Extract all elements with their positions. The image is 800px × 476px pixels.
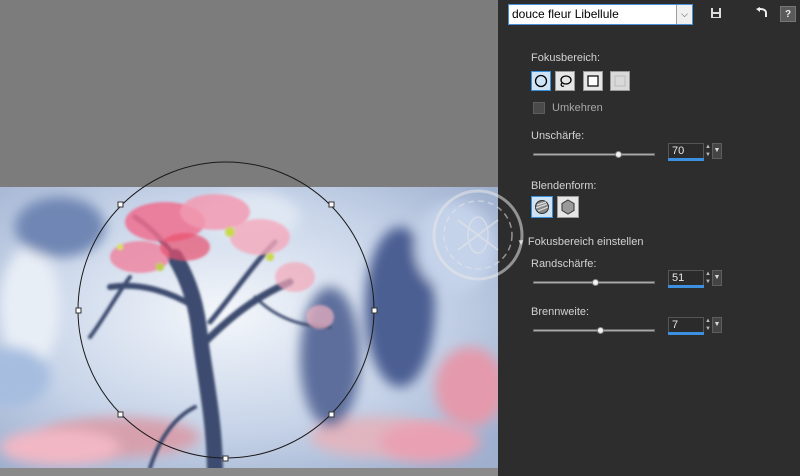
focus-area-label: Fokusbereich: <box>531 52 601 64</box>
focal-input[interactable]: 7 <box>668 317 704 333</box>
lasso-tool-button[interactable] <box>555 71 575 91</box>
invert-checkbox[interactable] <box>533 102 545 114</box>
aperture-shape-label: Blendenform: <box>531 180 597 192</box>
edge-value-box: 51 ▲ ▼ ▼ <box>668 270 722 288</box>
hexagon-aperture-button[interactable] <box>557 196 579 218</box>
spin-arrows-icon[interactable]: ▲ ▼ <box>705 143 711 159</box>
blur-level-bar <box>668 158 704 161</box>
rectangle-icon <box>587 75 599 87</box>
focal-level-bar <box>668 332 704 335</box>
blur-value-box: 70 ▲ ▼ ▼ <box>668 143 722 161</box>
triangle-down-icon: ▼ <box>517 238 525 247</box>
blur-input[interactable]: 70 <box>668 143 704 159</box>
circle-aperture-button[interactable] <box>531 196 553 218</box>
edge-sharpness-label: Randschärfe: <box>531 258 597 270</box>
invert-label: Umkehren <box>552 102 603 114</box>
spin-arrows-icon[interactable]: ▲ ▼ <box>705 270 711 286</box>
circle-aperture-icon <box>535 200 549 214</box>
edge-input[interactable]: 51 <box>668 270 704 286</box>
focal-slider[interactable] <box>533 329 655 332</box>
clear-icon <box>614 75 626 87</box>
help-button[interactable]: ? <box>780 6 796 22</box>
edge-slider-thumb[interactable] <box>591 279 599 286</box>
focus-adjust-section-toggle[interactable]: ▼ Fokusbereich einstellen <box>517 236 644 248</box>
focal-value-box: 7 ▲ ▼ ▼ <box>668 317 722 335</box>
focal-length-label: Brennweite: <box>531 306 590 318</box>
ellipse-icon <box>534 74 548 88</box>
lasso-icon <box>560 75 572 87</box>
edge-level-bar <box>668 285 704 288</box>
photo-preview <box>0 187 498 468</box>
depth-of-field-panel: douce fleur Libellule ⌵ ? Fokusbereich: … <box>498 0 800 476</box>
reset-icon[interactable] <box>754 7 770 23</box>
preset-dropdown[interactable]: douce fleur Libellule ⌵ <box>508 4 693 25</box>
chevron-down-icon[interactable]: ▼ <box>712 317 722 333</box>
focal-slider-thumb[interactable] <box>596 327 604 334</box>
blur-slider[interactable] <box>533 153 655 156</box>
blur-label: Unschärfe: <box>531 130 585 142</box>
blur-slider-thumb[interactable] <box>614 151 622 158</box>
save-icon[interactable] <box>708 7 724 23</box>
preset-value: douce fleur Libellule <box>512 7 619 21</box>
ellipse-tool-button[interactable] <box>531 71 551 91</box>
canvas-scroll-strip <box>0 468 498 476</box>
spin-arrows-icon[interactable]: ▲ ▼ <box>705 317 711 333</box>
image-canvas[interactable] <box>0 0 498 476</box>
chevron-down-icon[interactable]: ▼ <box>712 270 722 286</box>
rectangle-tool-button[interactable] <box>583 71 603 91</box>
focus-adjust-label: Fokusbereich einstellen <box>527 236 644 248</box>
chevron-down-icon[interactable]: ⌵ <box>676 5 692 24</box>
hexagon-aperture-icon <box>561 199 575 215</box>
chevron-down-icon[interactable]: ▼ <box>712 143 722 159</box>
clear-focus-button[interactable] <box>610 71 630 91</box>
